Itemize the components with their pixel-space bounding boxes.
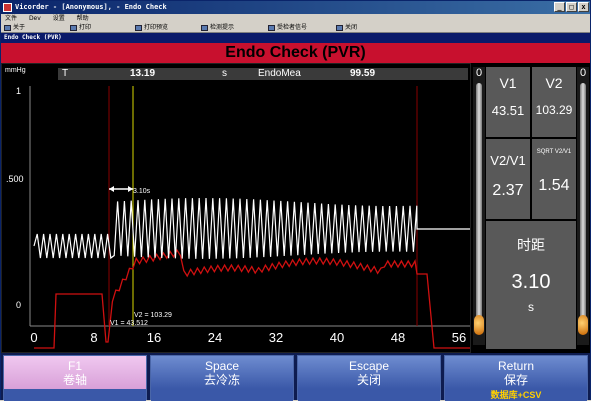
right-gauge-zero: 0: [579, 67, 587, 79]
v1-annotation: V1 = 43.512: [110, 320, 148, 327]
f1-action-label: 卷轴: [62, 373, 87, 387]
escape-sub-label: [298, 389, 440, 401]
x-tick-8: 8: [90, 330, 98, 345]
v2-cell: V2 103.29: [532, 67, 576, 137]
f1-scroll-button[interactable]: F1 卷轴: [3, 355, 147, 401]
space-sub-label: [151, 389, 293, 401]
toolbar-close-button[interactable]: 关闭: [335, 23, 357, 33]
x-tick-48: 48: [390, 330, 406, 345]
x-tick-0: 0: [30, 330, 38, 345]
x-tick-24: 24: [207, 330, 223, 345]
signal-icon: [268, 25, 275, 31]
left-gauge-bulb: [474, 315, 484, 335]
v1-value: 43.51: [491, 103, 525, 118]
v1-cell: V1 43.51: [486, 67, 530, 137]
function-key-bar: F1 卷轴 Space 去冷冻 Escape 关闭 Return 保存 数据库+…: [1, 355, 590, 401]
sqrt-label: SQRT V2/V1: [536, 149, 572, 155]
left-gauge-tube: [476, 83, 482, 333]
toolbar: 关于 打印 打印预览 检测提示 受检者信号 关闭: [1, 23, 590, 33]
return-save-button[interactable]: Return 保存 数据库+CSV: [444, 355, 588, 401]
window-title: Vicorder - [Anonymous], - Endo Check: [15, 3, 167, 11]
f1-key-label: F1: [67, 359, 82, 373]
left-gauge-zero: 0: [475, 67, 483, 79]
toolbar-close-label: 关闭: [345, 24, 358, 31]
toolbar-check-hint-button[interactable]: 检测提示: [200, 23, 234, 33]
menu-settings[interactable]: 设置: [53, 15, 65, 22]
interval-unit: s: [528, 300, 534, 314]
x-tick-32: 32: [268, 330, 284, 345]
sqrt-cell: SQRT V2/V1 1.54: [532, 139, 576, 219]
interval-value: 3.10: [511, 271, 551, 293]
toolbar-print-preview-button[interactable]: 打印预览: [134, 23, 168, 33]
interval-label: 时距: [517, 238, 545, 254]
right-gauge-tube: [580, 83, 586, 333]
close-icon: [336, 25, 343, 31]
return-key-label: Return: [497, 359, 535, 373]
pulse-white-trace: [33, 197, 470, 260]
right-gauge-bulb: [578, 315, 588, 335]
toolbar-about-button[interactable]: 关于: [3, 23, 25, 33]
close-button[interactable]: x: [578, 2, 589, 12]
maximize-button[interactable]: □: [566, 2, 577, 12]
escape-key-label: Escape: [348, 359, 390, 373]
return-top: Return 保存: [445, 356, 587, 389]
menu-bar: 文件 Dev 设置 帮助: [1, 14, 590, 23]
interval-cell: 时距 3.10 s: [486, 221, 576, 349]
ratio-cell: V2/V1 2.37: [486, 139, 530, 219]
v2-value: 103.29: [535, 103, 573, 117]
menu-file[interactable]: 文件: [5, 15, 17, 22]
printer-icon: [70, 25, 77, 31]
ratio-value: 2.37: [492, 182, 524, 199]
escape-top: Escape 关闭: [298, 356, 440, 389]
sqrt-value: 1.54: [538, 177, 570, 194]
waveform-plot[interactable]: mmHg T 13.19 s EndoMea 99.59 1 .500 0 3.…: [1, 63, 471, 353]
mode-strip: Endo Check (PVR): [1, 33, 590, 43]
window-titlebar[interactable]: Vicorder - [Anonymous], - Endo Check _ □…: [1, 1, 590, 14]
toolbar-subject-signal-label: 受检者信号: [277, 24, 308, 31]
v2-annotation: V2 = 103.29: [134, 312, 172, 319]
return-sub-label: 数据库+CSV: [445, 389, 587, 401]
results-panel: 0 0 V1 43.51 V2 103.29 V2/V1 2.37 SQRT V…: [471, 63, 590, 353]
space-unfreeze-button[interactable]: Space 去冷冻: [150, 355, 294, 401]
space-key-label: Space: [204, 359, 240, 373]
toolbar-check-hint-label: 检测提示: [210, 24, 235, 31]
interval-arrow-left: [109, 186, 114, 192]
v1-label: V1: [499, 75, 517, 91]
toolbar-about-label: 关于: [13, 24, 26, 31]
check-hint-icon: [201, 25, 208, 31]
x-tick-16: 16: [146, 330, 162, 345]
about-icon: [4, 25, 11, 31]
escape-close-button[interactable]: Escape 关闭: [297, 355, 441, 401]
app-icon: [3, 3, 12, 12]
endo-check-panel: Endo Check (PVR) mmHg T 13.19 s EndoMea …: [1, 43, 590, 401]
space-action-label: 去冷冻: [203, 373, 240, 387]
toolbar-print-label: 打印: [79, 24, 92, 31]
minimize-button[interactable]: _: [554, 2, 565, 12]
return-action-label: 保存: [503, 373, 528, 387]
x-tick-40: 40: [329, 330, 345, 345]
right-gauge: 0: [577, 67, 589, 345]
f1-top: F1 卷轴: [4, 356, 146, 389]
left-gauge: 0: [473, 67, 485, 345]
menu-dev[interactable]: Dev: [29, 15, 41, 22]
escape-action-label: 关闭: [356, 373, 381, 387]
x-tick-56: 56: [451, 330, 467, 345]
menu-help[interactable]: 帮助: [77, 15, 89, 22]
ratio-label: V2/V1: [490, 153, 526, 168]
f1-sub-label: [4, 389, 146, 401]
interval-annotation: 3.10s: [133, 188, 151, 195]
space-top: Space 去冷冻: [151, 356, 293, 389]
print-preview-icon: [135, 25, 142, 31]
page-title: Endo Check (PVR): [1, 43, 590, 63]
toolbar-print-button[interactable]: 打印: [69, 23, 91, 33]
toolbar-print-preview-label: 打印预览: [144, 24, 169, 31]
toolbar-subject-signal-button[interactable]: 受检者信号: [267, 23, 307, 33]
waveform-canvas: [29, 86, 470, 349]
application-window: Vicorder - [Anonymous], - Endo Check _ □…: [0, 0, 591, 401]
v2-label: V2: [545, 75, 563, 91]
